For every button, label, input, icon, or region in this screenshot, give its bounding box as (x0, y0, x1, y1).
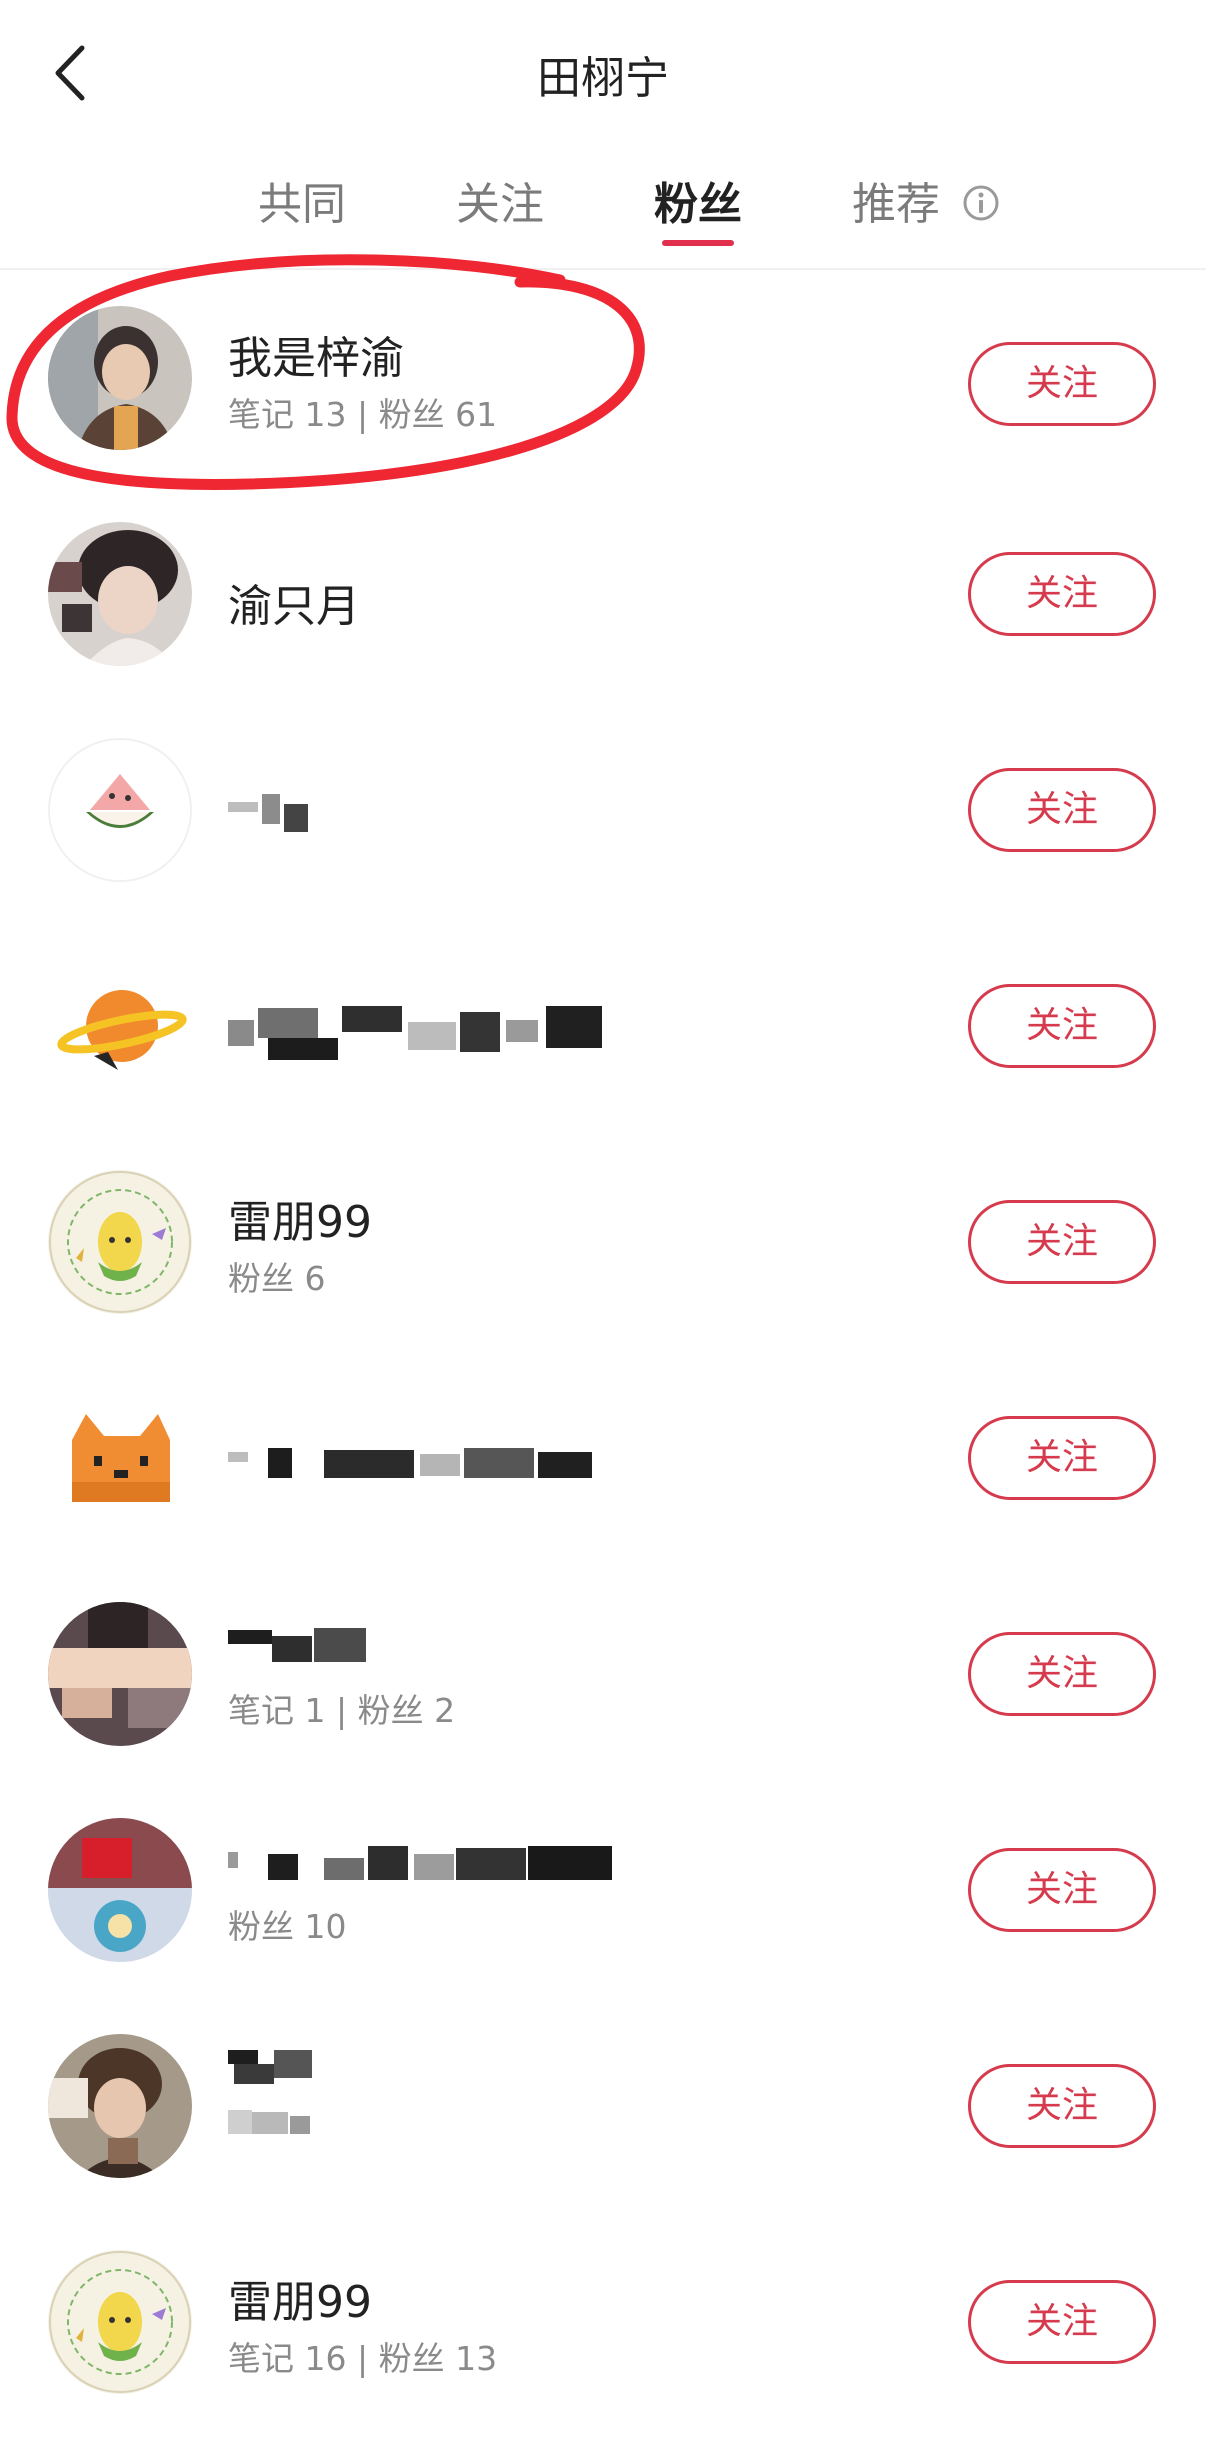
tab-mutual[interactable]: 共同 (258, 168, 346, 232)
blurred-name (228, 1002, 608, 1062)
header: 田栩宁 (0, 0, 1206, 140)
avatar (48, 522, 192, 666)
user-stats: 粉丝 10 (228, 1907, 347, 1946)
list-item[interactable]: 关注 (0, 918, 1206, 1134)
blurred-name (228, 2050, 318, 2150)
avatar (48, 2034, 192, 2178)
list-item[interactable]: 关注 (0, 1998, 1206, 2214)
follow-button[interactable]: 关注 (968, 2280, 1156, 2364)
user-stats: 笔记 1 | 粉丝 2 (228, 1691, 456, 1730)
user-name: 我是梓渝 (228, 333, 404, 384)
avatar (48, 2250, 192, 2394)
list-item[interactable]: 关注 (0, 702, 1206, 918)
active-tab-indicator (662, 240, 734, 246)
blurred-name (228, 794, 318, 836)
list-item[interactable]: 我是梓渝 笔记 13 | 粉丝 61 关注 (0, 270, 1206, 486)
page-title: 田栩宁 (537, 53, 669, 104)
tab-bar: 共同 关注 粉丝 推荐 (0, 168, 1206, 258)
follow-button[interactable]: 关注 (968, 342, 1156, 426)
user-name: 渝只月 (228, 581, 360, 632)
avatar (48, 954, 192, 1098)
avatar (48, 738, 192, 882)
list-item[interactable]: 粉丝 10 关注 (0, 1782, 1206, 1998)
tab-recommend[interactable]: 推荐 (852, 168, 940, 232)
tab-fans[interactable]: 粉丝 (654, 168, 742, 232)
follow-button[interactable]: 关注 (968, 984, 1156, 1068)
user-stats: 粉丝 6 (228, 1259, 326, 1298)
user-name: 雷朋99 (228, 2277, 372, 2328)
user-name: 雷朋99 (228, 1197, 372, 1248)
info-icon[interactable] (962, 184, 1000, 222)
follow-button[interactable]: 关注 (968, 552, 1156, 636)
follow-button[interactable]: 关注 (968, 1200, 1156, 1284)
user-stats: 笔记 16 | 粉丝 13 (228, 2339, 498, 2378)
list-item[interactable]: 笔记 1 | 粉丝 2 关注 (0, 1566, 1206, 1782)
user-stats: 笔记 13 | 粉丝 61 (228, 395, 498, 434)
blurred-name (228, 1626, 368, 1666)
avatar (48, 1386, 192, 1530)
follow-button[interactable]: 关注 (968, 1848, 1156, 1932)
follow-button[interactable]: 关注 (968, 2064, 1156, 2148)
blurred-name (228, 1442, 608, 1482)
avatar (48, 1170, 192, 1314)
avatar (48, 1602, 192, 1746)
tab-following[interactable]: 关注 (456, 168, 544, 232)
follow-button[interactable]: 关注 (968, 1632, 1156, 1716)
list-item[interactable]: 雷朋99 笔记 16 | 粉丝 13 关注 (0, 2214, 1206, 2430)
follow-button[interactable]: 关注 (968, 768, 1156, 852)
follow-button[interactable]: 关注 (968, 1416, 1156, 1500)
avatar (48, 306, 192, 450)
avatar (48, 1818, 192, 1962)
list-item[interactable]: 关注 (0, 1350, 1206, 1566)
blurred-name (228, 1842, 618, 1886)
list-item[interactable]: 渝只月 关注 (0, 486, 1206, 702)
list-item[interactable]: 雷朋99 粉丝 6 关注 (0, 1134, 1206, 1350)
